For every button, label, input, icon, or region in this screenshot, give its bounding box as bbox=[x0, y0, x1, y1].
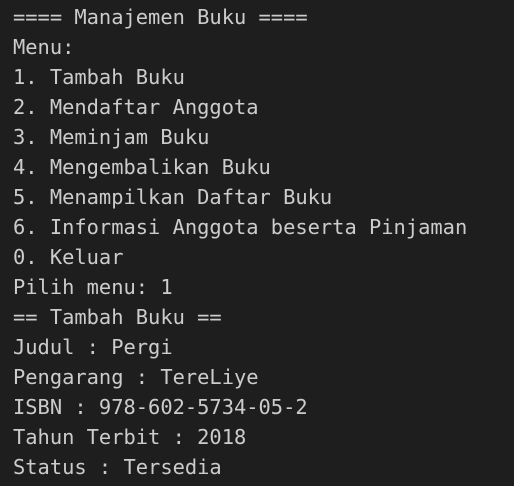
menu-option-meminjam-buku: 3. Meminjam Buku bbox=[13, 125, 210, 149]
menu-header-line: Menu: bbox=[13, 35, 75, 59]
menu-option-keluar: 0. Keluar bbox=[13, 245, 124, 269]
menu-choice-prompt: Pilih menu: 1 bbox=[13, 275, 173, 299]
menu-option-tambah-buku: 1. Tambah Buku bbox=[13, 65, 185, 89]
terminal-output[interactable]: ==== Manajemen Buku ==== Menu: 1. Tambah… bbox=[0, 0, 514, 486]
book-isbn-line: ISBN : 978-602-5734-05-2 bbox=[13, 395, 308, 419]
book-status-line: Status : Tersedia bbox=[13, 455, 222, 479]
book-author-line: Pengarang : TereLiye bbox=[13, 365, 259, 389]
tambah-buku-header: == Tambah Buku == bbox=[13, 305, 222, 329]
book-title-line: Judul : Pergi bbox=[13, 335, 173, 359]
book-year-line: Tahun Terbit : 2018 bbox=[13, 425, 247, 449]
menu-option-mengembalikan-buku: 4. Mengembalikan Buku bbox=[13, 155, 271, 179]
menu-option-menampilkan-daftar-buku: 5. Menampilkan Daftar Buku bbox=[13, 185, 333, 209]
program-title-line: ==== Manajemen Buku ==== bbox=[13, 5, 308, 29]
menu-option-mendaftar-anggota: 2. Mendaftar Anggota bbox=[13, 95, 259, 119]
menu-option-informasi-anggota: 6. Informasi Anggota beserta Pinjaman bbox=[13, 215, 468, 239]
